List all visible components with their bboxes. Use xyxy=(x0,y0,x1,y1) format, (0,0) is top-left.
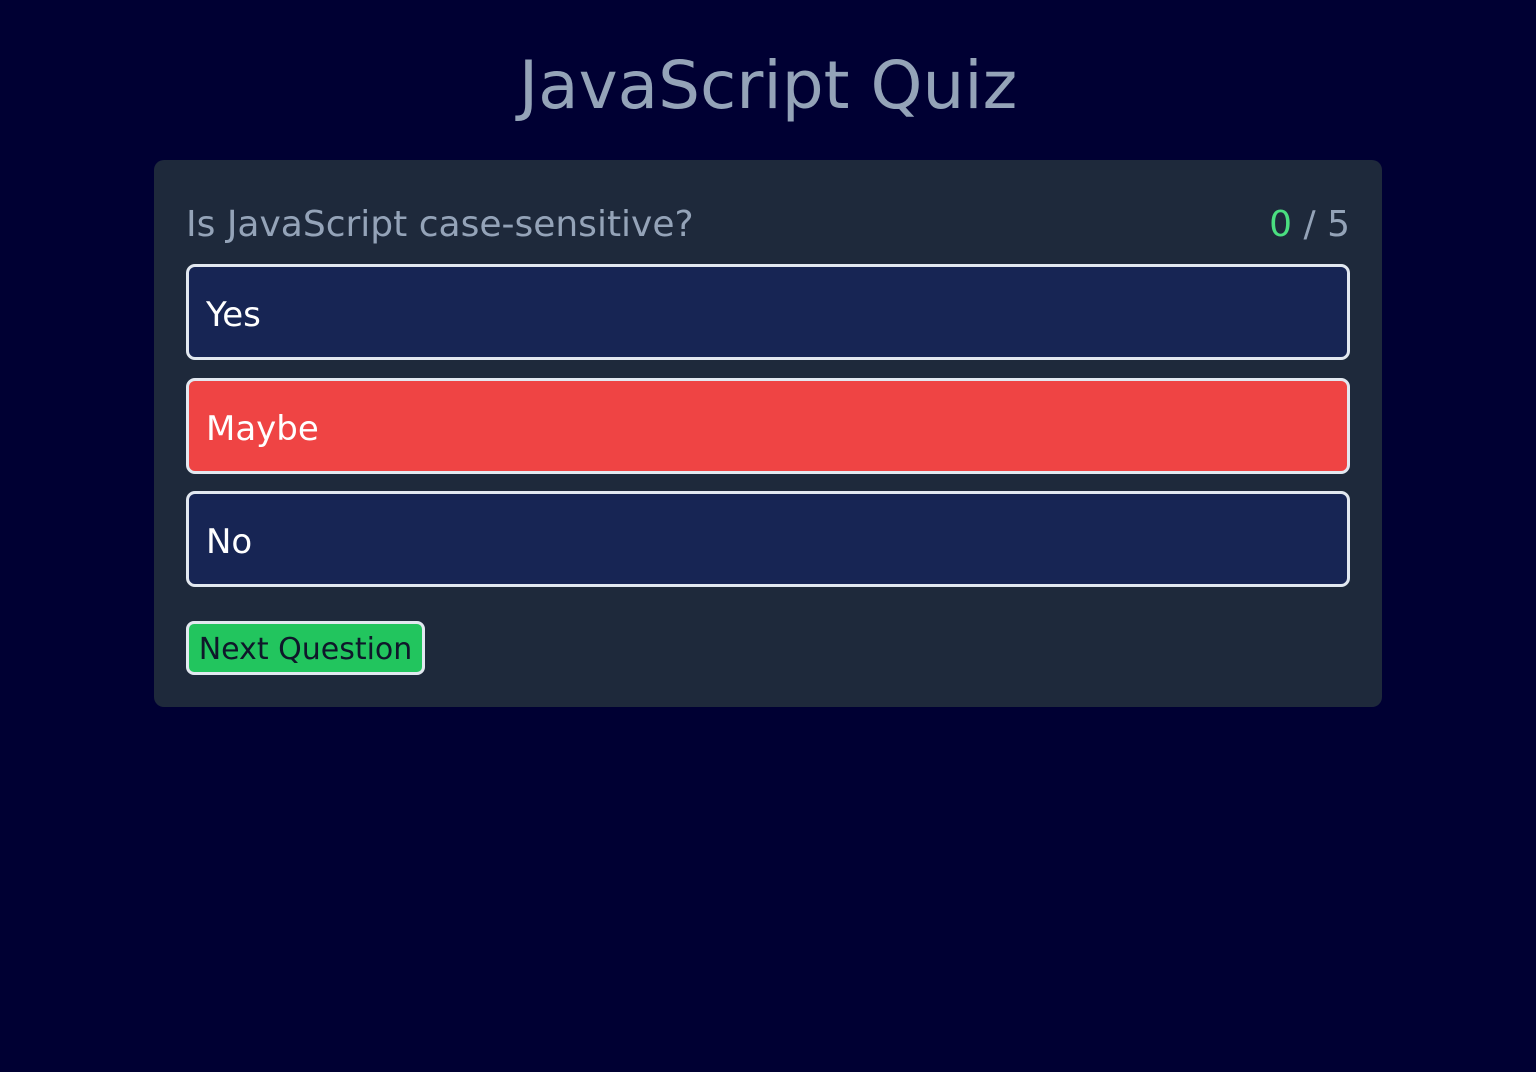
question-header: Is JavaScript case-sensitive? 0 / 5 xyxy=(186,200,1350,248)
page-title: JavaScript Quiz xyxy=(518,47,1018,124)
answer-option-no[interactable]: No xyxy=(186,491,1350,587)
score-separator: / xyxy=(1292,203,1328,245)
quiz-card: Is JavaScript case-sensitive? 0 / 5 Yes … xyxy=(154,160,1382,707)
question-text: Is JavaScript case-sensitive? xyxy=(186,203,694,245)
answer-option-yes[interactable]: Yes xyxy=(186,264,1350,360)
score-total: 5 xyxy=(1327,203,1350,245)
answer-option-maybe[interactable]: Maybe xyxy=(186,378,1350,474)
score-counter: 0 / 5 xyxy=(1269,204,1350,245)
score-current: 0 xyxy=(1269,203,1293,245)
next-question-button[interactable]: Next Question xyxy=(186,621,425,675)
